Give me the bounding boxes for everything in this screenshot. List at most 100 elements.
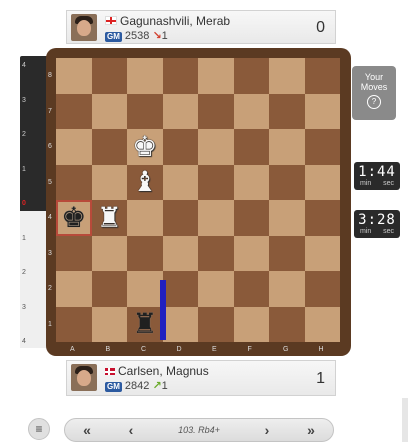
bottom-player-avatar — [71, 364, 97, 391]
square-d3[interactable] — [162, 235, 198, 271]
square-d6[interactable] — [162, 129, 198, 165]
first-move-button[interactable]: « — [65, 422, 109, 438]
rank-label: 3 — [48, 249, 52, 257]
square-g6[interactable] — [269, 129, 305, 165]
square-d5[interactable] — [162, 164, 198, 200]
square-g8[interactable] — [269, 58, 305, 94]
top-player-meta: GM 2538 ↘1 — [105, 29, 168, 42]
rank-label: 6 — [48, 143, 52, 150]
square-c4[interactable] — [127, 200, 163, 236]
square-c2[interactable] — [127, 271, 163, 307]
square-a7[interactable] — [56, 93, 92, 129]
top-player-rating: 2538 — [124, 30, 150, 42]
rank-label: 1 — [48, 320, 52, 328]
square-a6[interactable] — [56, 129, 92, 165]
top-player-name: Gagunashvili, Merab — [120, 14, 231, 28]
previous-move-button[interactable]: ‹ — [109, 422, 153, 438]
square-b4[interactable]: ♜ — [91, 200, 128, 236]
square-a1[interactable] — [56, 306, 92, 342]
eval-mark: 1 — [22, 234, 26, 242]
square-h3[interactable] — [304, 235, 340, 271]
square-a3[interactable] — [56, 235, 92, 271]
white-bishop-icon[interactable]: ♝ — [127, 165, 163, 201]
file-label: D — [176, 346, 182, 353]
square-f6[interactable] — [233, 129, 269, 165]
square-a4[interactable]: ♚ — [56, 200, 92, 236]
next-move-button[interactable]: › — [245, 422, 289, 438]
square-c5[interactable]: ♝ — [127, 164, 163, 201]
square-h8[interactable] — [304, 58, 340, 94]
square-f8[interactable] — [233, 58, 269, 94]
white-king-icon[interactable]: ♚ — [127, 129, 163, 165]
square-d8[interactable] — [162, 58, 198, 94]
square-h5[interactable] — [304, 164, 340, 200]
square-g2[interactable] — [269, 271, 305, 307]
square-b5[interactable] — [91, 164, 127, 200]
black-rook-icon[interactable]: ♜ — [127, 307, 163, 343]
square-d1[interactable] — [162, 306, 198, 342]
top-player-avatar — [71, 14, 97, 41]
evaluation-bar-white-fill — [20, 210, 48, 348]
square-d2[interactable] — [162, 271, 198, 307]
square-c1[interactable]: ♜ — [127, 306, 163, 343]
your-moves-button[interactable]: Your Moves ? — [352, 66, 396, 120]
menu-button[interactable]: ≡ — [28, 418, 50, 440]
scroll-edge — [402, 398, 408, 442]
square-b6[interactable] — [91, 129, 127, 165]
square-a5[interactable] — [56, 164, 92, 200]
square-e4[interactable] — [198, 200, 234, 236]
top-player-panel: Gagunashvili, Merab GM 2538 ↘1 0 — [66, 10, 336, 44]
square-b8[interactable] — [91, 58, 127, 94]
square-c8[interactable] — [127, 58, 163, 94]
square-e6[interactable] — [198, 129, 234, 165]
last-move-button[interactable]: » — [289, 422, 333, 438]
square-g5[interactable] — [269, 164, 305, 200]
white-rook-icon[interactable]: ♜ — [92, 200, 128, 236]
square-a2[interactable] — [56, 271, 92, 307]
black-king-icon[interactable]: ♚ — [56, 200, 92, 236]
eval-mark: 1 — [22, 165, 26, 173]
square-b7[interactable] — [91, 93, 127, 129]
top-player-rating-change: 1 — [161, 30, 168, 42]
square-h7[interactable] — [304, 93, 340, 129]
square-e5[interactable] — [198, 164, 234, 200]
square-b2[interactable] — [91, 271, 127, 307]
file-label: A — [70, 346, 75, 353]
square-d7[interactable] — [162, 93, 198, 129]
top-player-score: 0 — [316, 19, 325, 36]
square-e8[interactable] — [198, 58, 234, 94]
file-label: F — [247, 346, 252, 353]
square-a8[interactable] — [56, 58, 92, 94]
square-g4[interactable] — [269, 200, 305, 236]
square-c7[interactable] — [127, 93, 163, 129]
square-e7[interactable] — [198, 93, 234, 129]
square-f4[interactable] — [233, 200, 269, 236]
square-h4[interactable] — [304, 200, 340, 236]
square-b1[interactable] — [91, 306, 127, 342]
square-e3[interactable] — [198, 235, 234, 271]
file-label: E — [212, 346, 217, 353]
square-f5[interactable] — [233, 164, 269, 200]
square-h6[interactable] — [304, 129, 340, 165]
square-b3[interactable] — [91, 235, 127, 271]
square-c3[interactable] — [127, 235, 163, 271]
square-d4[interactable] — [162, 200, 198, 236]
square-g7[interactable] — [269, 93, 305, 129]
square-f1[interactable] — [233, 306, 269, 342]
rank-label: 2 — [48, 285, 52, 292]
square-h2[interactable] — [304, 271, 340, 307]
square-g3[interactable] — [269, 235, 305, 271]
square-f2[interactable] — [233, 271, 269, 307]
chessboard-frame: ♚ ♝ ♚ ♜ ♜ 87654321 ABCDEFGH — [46, 48, 351, 356]
square-c6[interactable]: ♚ — [127, 129, 163, 165]
georgia-flag-icon — [105, 16, 117, 25]
square-g1[interactable] — [269, 306, 305, 342]
square-e2[interactable] — [198, 271, 234, 307]
chessboard[interactable]: ♚ ♝ ♚ ♜ ♜ — [56, 58, 340, 342]
square-f7[interactable] — [233, 93, 269, 129]
top-player-title-badge: GM — [105, 32, 122, 42]
square-e1[interactable] — [198, 306, 234, 342]
square-f3[interactable] — [233, 235, 269, 271]
top-player-name-row: Gagunashvili, Merab — [105, 14, 230, 28]
square-h1[interactable] — [304, 306, 340, 342]
